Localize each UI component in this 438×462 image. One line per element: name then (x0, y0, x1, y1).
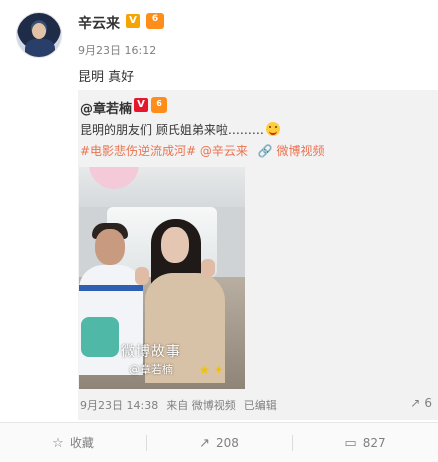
repost-timestamp[interactable]: 9月23日 14:38 (80, 399, 158, 412)
post-text: 昆明 真好 (78, 70, 135, 85)
favorite-label: 收藏 (69, 436, 94, 450)
hand (201, 259, 215, 277)
repost-meta: 9月23日 14:38 来自 微博视频 已编辑 (80, 397, 285, 413)
hand (135, 267, 149, 285)
shirt-stripe (79, 285, 143, 291)
avatar[interactable] (16, 12, 62, 58)
member-badge-icon: 6 (146, 13, 164, 29)
sparkle-sticker-icon: ★ ✦ (199, 363, 224, 377)
weibo-post: 辛云来 V 6 9月23日 16:12 昆明 真好 @章若楠 V 6 昆明的朋友… (0, 0, 438, 462)
comment-button[interactable]: ▭ 827 (292, 423, 438, 462)
verified-badge-icon: V (126, 14, 140, 28)
video-link[interactable]: 微博视频 (277, 144, 325, 158)
video-watermark-user: @章若楠 (129, 363, 173, 376)
verified-badge-icon: V (134, 98, 148, 112)
reposted-content: @章若楠 V 6 昆明的朋友们 顾氏姐弟来啦……… #电影悲伤逆流成河# @辛云… (78, 90, 438, 420)
avatar-body (25, 39, 55, 57)
video-watermark: 微博故事 (121, 344, 181, 360)
repost-icon: ↗ (410, 396, 421, 410)
smile-emoji-icon (265, 122, 280, 136)
repost-text-body: 昆明的朋友们 顾氏姐弟来啦……… (80, 123, 264, 137)
comment-icon: ▭ (344, 436, 357, 451)
repost-text: 昆明的朋友们 顾氏姐弟来啦……… (80, 121, 280, 138)
repost-count: 6 (424, 396, 432, 410)
star-icon: ☆ (52, 436, 64, 451)
post-timestamp[interactable]: 9月23日 16:12 (78, 42, 156, 58)
post-username[interactable]: 辛云来 (78, 13, 120, 33)
member-badge-icon: 6 (151, 97, 167, 113)
avatar-face (32, 23, 46, 39)
action-bar: ☆ 收藏 ↗ 208 ▭ 827 (0, 422, 438, 462)
comment-count: 827 (362, 436, 386, 450)
topic-and-mention-link[interactable]: #电影悲伤逆流成河# @辛云来 (80, 144, 248, 158)
repost-button[interactable]: ↗ 208 (146, 423, 292, 462)
member-level: 6 (156, 99, 162, 108)
repost-icon: ↗ (199, 436, 210, 451)
repost-tags: #电影悲伤逆流成河# @辛云来 🔗 微博视频 (80, 142, 325, 159)
person-head (95, 229, 125, 265)
repost-count-button[interactable]: ↗ 6 (410, 396, 432, 410)
edited-label[interactable]: 已编辑 (244, 399, 277, 412)
member-level: 6 (151, 14, 159, 24)
repost-username[interactable]: @章若楠 (80, 98, 132, 117)
repost-count: 208 (216, 436, 239, 450)
favorite-button[interactable]: ☆ 收藏 (0, 423, 146, 462)
video-thumbnail[interactable]: 微博故事 @章若楠 ★ ✦ (79, 167, 245, 389)
link-icon: 🔗 (257, 144, 273, 158)
repost-source: 来自 微博视频 (166, 399, 236, 412)
person-head (161, 227, 189, 263)
green-bag (81, 317, 119, 357)
